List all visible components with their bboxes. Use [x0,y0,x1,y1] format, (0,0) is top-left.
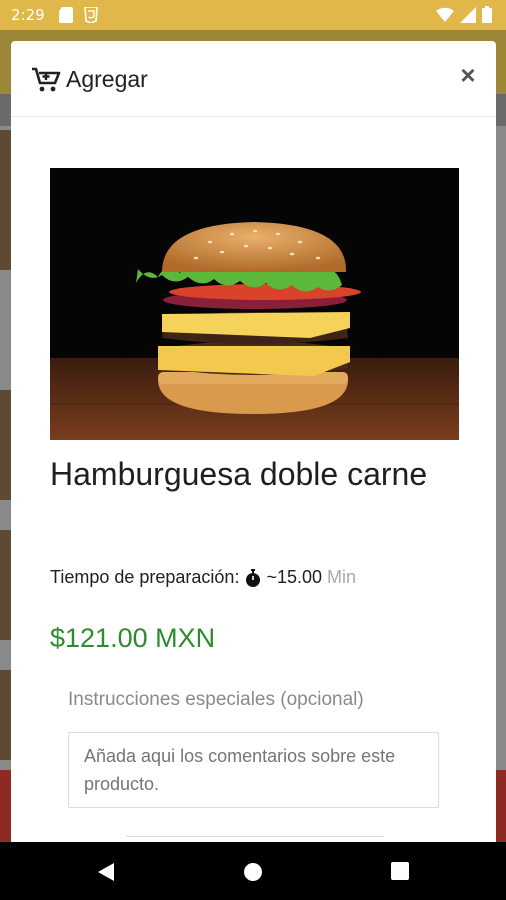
close-button[interactable]: × [456,61,480,89]
add-product-modal: Agregar × Hamburguesa doble carne Tiempo… [11,41,496,842]
stopwatch-icon [246,568,261,587]
modal-title: Agregar [66,66,148,92]
preparation-time-value: ~15.00 [266,567,323,587]
battery-icon [482,6,492,23]
recents-icon[interactable] [391,862,409,880]
modal-header: Agregar × [11,41,496,117]
status-bar: 2:29 [0,0,506,30]
special-instructions-label: Instrucciones especiales (opcional) [68,689,364,710]
preparation-time: Tiempo de preparación: ~15.00 Min [50,567,356,588]
signal-icon [460,6,476,23]
back-icon[interactable] [96,862,116,882]
preparation-time-label: Tiempo de preparación: [50,567,240,587]
wifi-icon [436,7,454,22]
product-image [50,168,459,440]
navigation-bar [0,842,506,900]
home-icon[interactable] [243,862,263,882]
cart-plus-icon [32,67,61,92]
preparation-time-unit: Min [327,567,357,587]
html5-icon [84,7,98,23]
product-price: $121.00 MXN [50,623,216,653]
sd-card-icon [59,7,73,23]
product-name: Hamburguesa doble carne [50,456,428,492]
special-instructions-input[interactable] [68,732,439,808]
status-time: 2:29 [11,6,45,24]
